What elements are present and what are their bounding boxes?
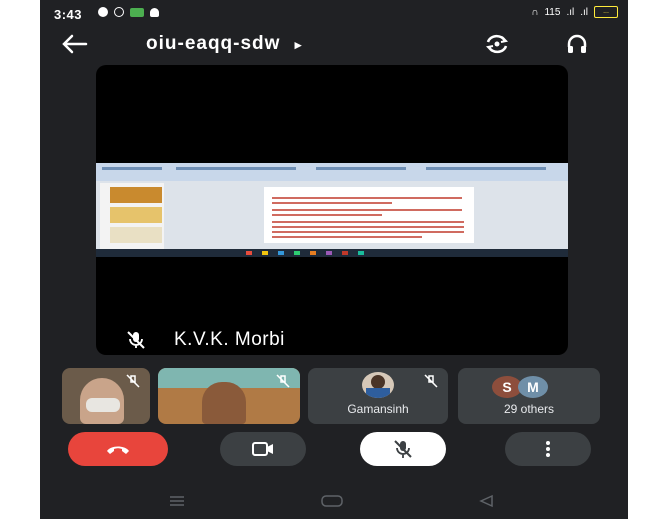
meeting-code-button[interactable]: oiu-eaqq-sdw ▸ xyxy=(146,33,302,55)
avatar xyxy=(362,372,394,398)
meeting-code: oiu-eaqq-sdw xyxy=(146,33,281,54)
main-video-tile[interactable]: K.V.K. Morbi xyxy=(96,65,568,355)
end-call-icon xyxy=(107,446,129,454)
slide-canvas xyxy=(264,187,474,243)
others-count: 29 others xyxy=(503,402,555,416)
meeting-info-chevron-icon: ▸ xyxy=(294,37,303,52)
mic-off-icon xyxy=(394,440,412,458)
android-nav-bar xyxy=(40,484,628,519)
participant-person xyxy=(202,382,246,424)
participant-strip: Gamansinh S M 29 others xyxy=(62,368,622,424)
signal-icon: .ıl xyxy=(566,6,575,18)
whatsapp-icon xyxy=(114,7,124,17)
audio-output-icon[interactable] xyxy=(565,32,589,56)
recents-icon[interactable] xyxy=(168,494,186,508)
back-nav-icon[interactable] xyxy=(478,494,494,508)
headset-status-icon: ∩ xyxy=(531,6,539,18)
mic-off-icon xyxy=(424,374,438,388)
home-icon[interactable] xyxy=(320,494,344,508)
mic-off-icon xyxy=(127,331,145,349)
participant-name: Gamansinh xyxy=(347,402,409,416)
shared-screen-presentation xyxy=(96,163,568,257)
location-icon xyxy=(98,7,108,17)
mic-off-icon xyxy=(126,374,140,388)
tile-label: K.V.K. Morbi xyxy=(126,329,285,351)
camera-button[interactable] xyxy=(220,432,306,466)
avatar-m: M xyxy=(518,376,548,398)
end-call-button[interactable] xyxy=(68,432,168,466)
meet-screen: 3:43 ∩ 115 .ıl .ıl ... oiu-eaqq-sdw ▸ K.… xyxy=(40,0,628,519)
call-controls xyxy=(40,432,628,472)
more-vert-icon xyxy=(546,441,550,457)
status-time: 3:43 xyxy=(54,7,83,22)
mic-off-icon xyxy=(276,374,290,388)
notification-icons xyxy=(98,7,159,17)
system-icons: ∩ 115 .ıl .ıl ... xyxy=(531,6,618,18)
back-arrow-icon[interactable] xyxy=(60,32,88,56)
shared-taskbar xyxy=(96,249,568,257)
slide-thumbnails xyxy=(100,183,164,249)
person-icon xyxy=(150,7,159,17)
presentation-toolbar xyxy=(96,163,568,181)
status-bar: 3:43 ∩ 115 .ıl .ıl ... xyxy=(40,0,628,28)
signal-icon-2: .ıl xyxy=(580,6,588,18)
participant-tile[interactable]: Gamansinh xyxy=(308,368,448,424)
battery-icon: ... xyxy=(594,6,618,18)
others-tile[interactable]: S M 29 others xyxy=(458,368,600,424)
participant-name: K.V.K. Morbi xyxy=(174,329,285,350)
participant-tile[interactable] xyxy=(62,368,150,424)
participant-tile[interactable] xyxy=(158,368,300,424)
meeting-header: oiu-eaqq-sdw ▸ xyxy=(40,28,628,64)
switch-camera-icon[interactable] xyxy=(484,32,510,56)
mic-button[interactable] xyxy=(360,432,446,466)
face-mask xyxy=(86,398,120,412)
message-icon xyxy=(130,7,144,17)
more-options-button[interactable] xyxy=(505,432,591,466)
video-camera-icon xyxy=(252,442,273,456)
network-speed: 115 xyxy=(544,6,561,18)
